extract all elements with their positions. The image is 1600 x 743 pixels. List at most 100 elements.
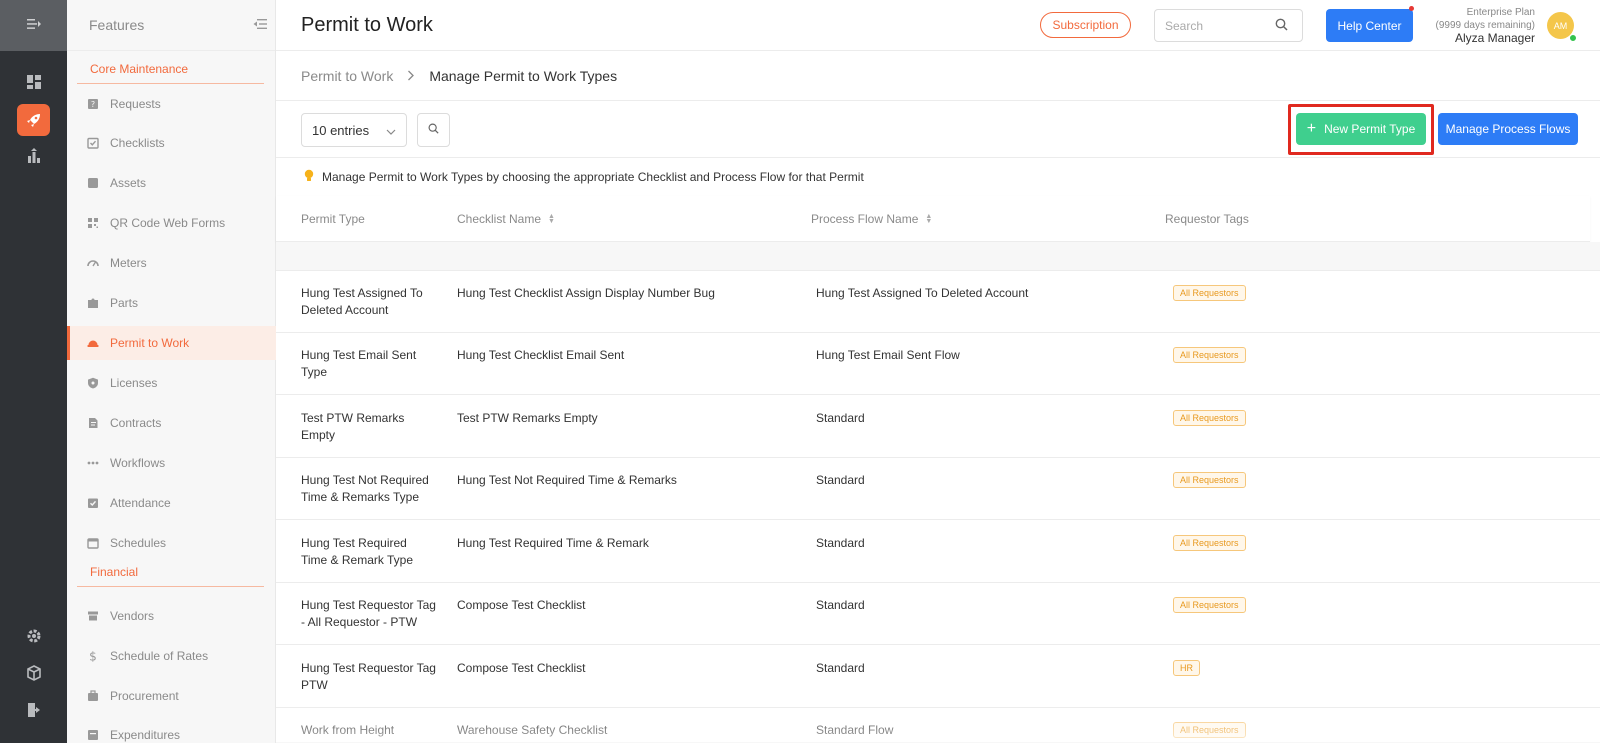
sidebar-item-schedule-of-rates[interactable]: $ Schedule of Rates xyxy=(67,639,276,673)
checklist-icon xyxy=(87,137,99,149)
entries-select[interactable]: 10 entries xyxy=(301,113,407,147)
sidebar-item-qr-code-web-forms[interactable]: QR Code Web Forms xyxy=(67,206,276,240)
workflow-icon xyxy=(87,457,99,469)
collapse-menu-icon[interactable] xyxy=(26,18,41,33)
new-permit-type-button[interactable]: + New Permit Type xyxy=(1296,113,1426,145)
breadcrumb: Permit to Work Manage Permit to Work Typ… xyxy=(276,51,1600,101)
sidebar-item-expenditures[interactable]: Expenditures xyxy=(67,718,276,743)
sidebar-item-label: Schedule of Rates xyxy=(110,649,209,663)
shield-icon xyxy=(87,377,99,389)
sidebar-item-contracts[interactable]: Contracts xyxy=(67,406,276,440)
column-checklist-name[interactable]: Checklist Name ▲ ▼ xyxy=(457,212,555,226)
puzzle-icon xyxy=(87,297,99,309)
requestor-tag: All Requestors xyxy=(1173,597,1246,613)
cell-checklist-name: Warehouse Safety Checklist xyxy=(457,723,608,737)
sidebar-item-requests[interactable]: ? Requests xyxy=(67,87,276,121)
cell-process-flow: Hung Test Email Sent Flow xyxy=(816,348,960,362)
table-row[interactable]: Hung Test Assigned To Deleted Account Hu… xyxy=(276,271,1600,333)
search-icon[interactable] xyxy=(1275,18,1288,34)
meter-icon xyxy=(87,257,99,269)
calendar-icon xyxy=(87,537,99,549)
sort-icon[interactable]: ▲ ▼ xyxy=(925,213,932,225)
box-icon[interactable] xyxy=(17,657,50,689)
breadcrumb-parent[interactable]: Permit to Work xyxy=(301,68,393,84)
sidebar-item-procurement[interactable]: Procurement xyxy=(67,679,276,713)
cell-permit-type: Hung Test Not Required Time & Remarks Ty… xyxy=(301,473,429,504)
manage-process-flows-button[interactable]: Manage Process Flows xyxy=(1438,113,1578,145)
sidebar-item-licenses[interactable]: Licenses xyxy=(67,366,276,400)
sidebar-item-schedules[interactable]: Schedules xyxy=(67,526,276,560)
lightbulb-icon xyxy=(304,169,322,186)
search-icon xyxy=(428,123,439,137)
table-row[interactable]: Hung Test Requestor Tag PTW Compose Test… xyxy=(276,646,1600,708)
cell-permit-type: Hung Test Requestor Tag - All Requestor … xyxy=(301,598,436,629)
contract-icon xyxy=(87,417,99,429)
hard-hat-icon xyxy=(87,337,99,349)
online-status-dot xyxy=(1569,34,1577,42)
sidebar-item-parts[interactable]: Parts xyxy=(67,286,276,320)
help-center-button[interactable]: Help Center xyxy=(1326,9,1413,42)
table-row[interactable]: Hung Test Required Time & Remark Type Hu… xyxy=(276,521,1600,583)
sidebar-item-checklists[interactable]: Checklists xyxy=(67,126,276,160)
plus-icon: + xyxy=(1306,120,1317,137)
analytics-icon[interactable] xyxy=(17,140,50,172)
sidebar-item-permit-to-work[interactable]: Permit to Work xyxy=(67,326,276,360)
subscription-button[interactable]: Subscription xyxy=(1040,12,1131,38)
sidebar-item-label: Vendors xyxy=(110,609,155,623)
requestor-tag: HR xyxy=(1173,660,1200,676)
new-permit-type-label: New Permit Type xyxy=(1324,122,1416,136)
sidebar-item-workflows[interactable]: Workflows xyxy=(67,446,276,480)
cell-process-flow: Hung Test Assigned To Deleted Account xyxy=(816,286,1029,300)
store-icon xyxy=(87,610,99,622)
svg-text:?: ? xyxy=(91,100,95,109)
plan-info: Enterprise Plan (9999 days remaining) Al… xyxy=(1436,6,1536,45)
plan-name: Enterprise Plan xyxy=(1466,7,1535,18)
sidebar-item-label: Licenses xyxy=(110,376,158,390)
collapse-sidebar-icon[interactable] xyxy=(253,18,267,33)
sidebar-item-attendance[interactable]: Attendance xyxy=(67,486,276,520)
section-financial: Financial xyxy=(77,563,264,587)
sidebar-item-meters[interactable]: Meters xyxy=(67,246,276,280)
attendance-icon xyxy=(87,497,99,509)
chevron-down-icon xyxy=(386,123,396,138)
table-row[interactable]: Test PTW Remarks Empty Test PTW Remarks … xyxy=(276,396,1600,458)
sidebar-item-label: Requests xyxy=(110,97,161,111)
table-row[interactable]: Hung Test Requestor Tag - All Requestor … xyxy=(276,583,1600,645)
requestor-tag: All Requestors xyxy=(1173,722,1246,738)
cell-process-flow: Standard xyxy=(816,536,865,550)
sidebar-item-assets[interactable]: Assets xyxy=(67,166,276,200)
cell-permit-type: Hung Test Assigned To Deleted Account xyxy=(301,286,423,317)
expenditure-icon xyxy=(87,729,99,741)
rocket-icon[interactable] xyxy=(17,104,50,136)
sidebar-item-vendors[interactable]: Vendors xyxy=(67,599,276,633)
sort-icon[interactable]: ▲ ▼ xyxy=(548,213,555,225)
table-search-button[interactable] xyxy=(417,113,450,147)
top-bar: Permit to Work Subscription Help Center … xyxy=(276,0,1600,51)
global-search[interactable] xyxy=(1154,9,1303,42)
notification-dot xyxy=(1409,6,1414,11)
table-row[interactable]: Hung Test Not Required Time & Remarks Ty… xyxy=(276,458,1600,520)
gear-icon[interactable] xyxy=(17,620,50,652)
column-process-flow-name[interactable]: Process Flow Name ▲ ▼ xyxy=(811,212,932,226)
logout-icon[interactable] xyxy=(17,694,50,726)
svg-text:$: $ xyxy=(89,650,97,662)
sidebar-item-label: Schedules xyxy=(110,536,167,550)
breadcrumb-current: Manage Permit to Work Types xyxy=(429,67,618,84)
info-text: Manage Permit to Work Types by choosing … xyxy=(322,170,864,184)
user-name[interactable]: Alyza Manager xyxy=(1436,32,1535,45)
cell-checklist-name: Test PTW Remarks Empty xyxy=(457,411,598,425)
table-row[interactable]: Hung Test Email Sent Type Hung Test Chec… xyxy=(276,333,1600,395)
info-hint: Manage Permit to Work Types by choosing … xyxy=(276,158,1600,196)
sidebar-item-label: Permit to Work xyxy=(110,336,190,350)
sidebar-item-label: Procurement xyxy=(110,689,179,703)
search-input[interactable] xyxy=(1165,18,1275,33)
table-row[interactable]: Work from Height Warehouse Safety Checkl… xyxy=(276,708,1600,743)
sidebar-item-label: Attendance xyxy=(110,496,171,510)
procurement-icon xyxy=(87,690,99,702)
rail-top xyxy=(0,0,67,51)
table-spacer xyxy=(276,242,1600,271)
dashboard-icon[interactable] xyxy=(17,66,50,98)
dollar-icon: $ xyxy=(87,650,99,662)
cell-process-flow: Standard xyxy=(816,598,865,612)
cell-process-flow: Standard xyxy=(816,661,865,675)
